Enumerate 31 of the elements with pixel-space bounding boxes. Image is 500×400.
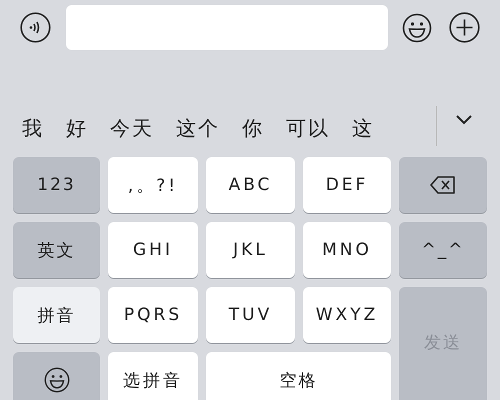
- smiley-icon[interactable]: [402, 12, 432, 42]
- smiley-icon: [44, 367, 70, 393]
- backspace-icon: [430, 176, 456, 194]
- letter-key[interactable]: WXYZ: [303, 287, 391, 343]
- candidate-word[interactable]: 今天: [110, 114, 154, 142]
- mode-key[interactable]: 123: [13, 157, 100, 213]
- candidate-word[interactable]: 可以: [286, 114, 330, 142]
- letter-key[interactable]: 选拼音: [108, 352, 198, 400]
- letter-key[interactable]: JKL: [206, 222, 295, 278]
- emoji-button[interactable]: [13, 352, 100, 400]
- letter-key[interactable]: GHI: [108, 222, 198, 278]
- candidate-word[interactable]: 这: [352, 114, 374, 142]
- letter-key[interactable]: DEF: [303, 157, 391, 213]
- letter-key[interactable]: ,。?!: [108, 157, 198, 213]
- candidate-word[interactable]: 我: [22, 114, 44, 142]
- letter-key[interactable]: ABC: [206, 157, 295, 213]
- message-input-field[interactable]: [66, 5, 388, 50]
- candidate-word[interactable]: 好: [66, 114, 88, 142]
- chevron-down-icon[interactable]: [455, 114, 473, 126]
- candidate-word[interactable]: 这个: [176, 114, 220, 142]
- letter-key[interactable]: TUV: [206, 287, 295, 343]
- letter-key[interactable]: MNO: [303, 222, 391, 278]
- backspace-button[interactable]: [399, 157, 487, 213]
- mode-key[interactable]: 英文: [13, 222, 100, 278]
- candidate-word[interactable]: 你: [242, 114, 264, 142]
- space-key[interactable]: 空格: [206, 352, 391, 400]
- letter-key[interactable]: PQRS: [108, 287, 198, 343]
- mode-key[interactable]: ^_^: [399, 222, 487, 278]
- plus-icon[interactable]: [449, 12, 480, 43]
- voice-icon[interactable]: [20, 12, 51, 43]
- pinyin-key[interactable]: 拼音: [13, 287, 100, 343]
